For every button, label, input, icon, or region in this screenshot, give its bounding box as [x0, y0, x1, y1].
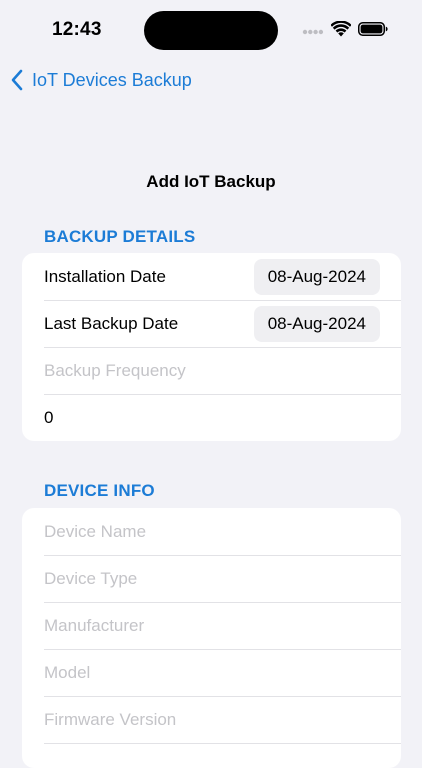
back-button[interactable]: IoT Devices Backup: [10, 66, 192, 94]
firmware-version-input[interactable]: [44, 709, 379, 730]
chevron-left-icon: [11, 69, 23, 91]
last-backup-date-label: Last Backup Date: [44, 313, 179, 333]
last-backup-date-row: Last Backup Date 08-Aug-2024: [22, 300, 401, 347]
manufacturer-input[interactable]: [44, 615, 379, 636]
status-bar: 12:43: [0, 0, 422, 60]
wifi-icon: [331, 21, 351, 37]
installation-date-label: Installation Date: [44, 266, 166, 286]
firmware-version-row: [22, 696, 401, 743]
count-row: [22, 394, 401, 441]
device-name-input[interactable]: [44, 521, 379, 542]
status-time: 12:43: [52, 19, 102, 40]
page-title: Add IoT Backup: [146, 172, 276, 191]
backup-frequency-row: [22, 347, 401, 394]
device-type-row: [22, 555, 401, 602]
backup-frequency-input[interactable]: [44, 360, 379, 381]
back-button-label: IoT Devices Backup: [32, 69, 192, 90]
model-input[interactable]: [44, 662, 379, 683]
manufacturer-row: [22, 602, 401, 649]
device-type-input[interactable]: [44, 568, 379, 589]
model-row: [22, 649, 401, 696]
last-backup-date-picker[interactable]: 08-Aug-2024: [253, 305, 380, 342]
count-input[interactable]: [44, 407, 379, 428]
installation-date-picker[interactable]: 08-Aug-2024: [253, 258, 380, 295]
next-field-row: [22, 743, 401, 768]
section-header-backup-details: BACKUP DETAILS: [44, 227, 196, 246]
device-name-row: [22, 508, 401, 555]
dynamic-island: [144, 11, 278, 50]
signal-icon: [302, 29, 324, 35]
section-header-device-info: DEVICE INFO: [44, 481, 155, 500]
device-info-card: [22, 508, 401, 768]
installation-date-row: Installation Date 08-Aug-2024: [22, 253, 401, 300]
backup-details-card: Installation Date 08-Aug-2024 Last Backu…: [22, 253, 401, 441]
battery-icon: [358, 22, 388, 36]
